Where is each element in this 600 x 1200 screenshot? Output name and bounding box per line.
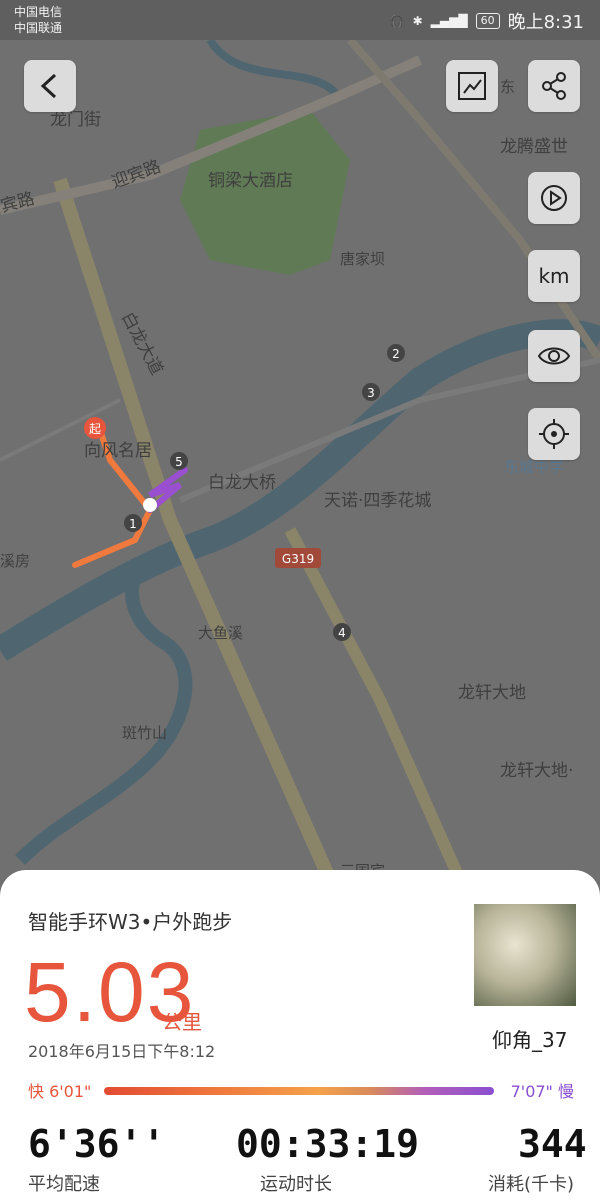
calories-value: 344: [518, 1122, 587, 1166]
carrier-1: 中国电信: [14, 5, 63, 19]
avatar[interactable]: [474, 904, 576, 1006]
label-dong: 东: [500, 78, 516, 96]
distance-unit: 公里: [162, 1010, 202, 1034]
label-longteng: 龙腾盛世: [500, 137, 568, 157]
km-marker-1: 1: [129, 517, 137, 531]
battery-indicator: 60: [475, 13, 500, 29]
km-marker-3: 3: [367, 386, 375, 400]
km-toggle-button[interactable]: km: [528, 250, 580, 302]
current-position-marker: [143, 498, 157, 512]
pace-gradient-bar: [104, 1087, 494, 1095]
signal-icon: ▂▄▆█: [430, 14, 468, 28]
status-bar: 中国电信 中国联通 🎧 ✱ ▂▄▆█ 60 晚上8:31: [0, 0, 600, 40]
share-icon: [542, 72, 566, 100]
avg-pace-value: 6'36'': [28, 1122, 166, 1166]
calories-label: 消耗(千卡): [488, 1174, 575, 1195]
label-xiangfeng: 向风名居: [84, 441, 152, 461]
chart-button[interactable]: [446, 60, 498, 112]
play-icon: [541, 185, 567, 211]
chevron-left-icon: [40, 73, 57, 99]
locate-button[interactable]: [528, 408, 580, 460]
label-longxuan2: 龙轩大地·: [500, 761, 574, 781]
pace-fast-label: 快 6'01": [28, 1082, 92, 1101]
workout-datetime: 2018年6月15日下午8:12: [28, 1042, 216, 1061]
label-banzhushan: 斑竹山: [122, 724, 168, 742]
username: 仰角_37: [492, 1028, 568, 1052]
duration-value: 00:33:19: [236, 1122, 420, 1166]
share-button[interactable]: [528, 60, 580, 112]
label-dayuxi: 大鱼溪: [198, 624, 244, 642]
label-tiannuo: 天诺·四季花城: [324, 491, 432, 511]
highway-badge: G319: [282, 552, 314, 566]
start-marker: 起: [89, 422, 101, 436]
trend-chart-icon: [458, 72, 486, 100]
km-marker-2: 2: [392, 347, 400, 361]
km-label: km: [538, 264, 570, 288]
headphone-icon: 🎧: [389, 14, 405, 28]
carrier-2: 中国联通: [14, 21, 63, 35]
crosshair-icon: [539, 419, 569, 449]
label-longmenjie: 龙门街: [50, 110, 101, 130]
route-map[interactable]: 起 1 2 3 4 5 G319 龙门街 迎宾路 宾路 铜梁大酒店 唐家坝 白龙…: [0, 40, 600, 880]
label-longxuan: 龙轩大地: [458, 683, 526, 703]
play-replay-button[interactable]: [528, 172, 580, 224]
km-marker-4: 4: [338, 626, 346, 640]
pace-slow-label: 7'07" 慢: [510, 1082, 574, 1101]
label-lifang: 溪房: [0, 552, 31, 570]
status-icons: 🎧 ✱ ▂▄▆█ 60 晚上8:31: [390, 8, 584, 34]
park-area: [180, 110, 350, 275]
label-hotel: 铜梁大酒店: [208, 171, 293, 191]
label-bailongdaqiao: 白龙大桥: [208, 473, 276, 493]
eye-icon: [537, 347, 571, 365]
bluetooth-icon: ✱: [412, 14, 423, 28]
back-button[interactable]: [24, 60, 76, 112]
km-marker-5: 5: [175, 455, 183, 469]
avg-pace-label: 平均配速: [28, 1174, 100, 1195]
label-tangjiaba: 唐家坝: [340, 250, 386, 268]
device-title: 智能手环W3•户外跑步: [28, 910, 233, 934]
duration-label: 运动时长: [260, 1174, 332, 1195]
carrier-info: 中国电信 中国联通: [14, 4, 62, 36]
status-time: 晚上8:31: [507, 12, 584, 33]
workout-summary-card: 智能手环W3•户外跑步 5.03 公里 2018年6月15日下午8:12 仰角_…: [0, 870, 600, 1200]
visibility-button[interactable]: [528, 330, 580, 382]
